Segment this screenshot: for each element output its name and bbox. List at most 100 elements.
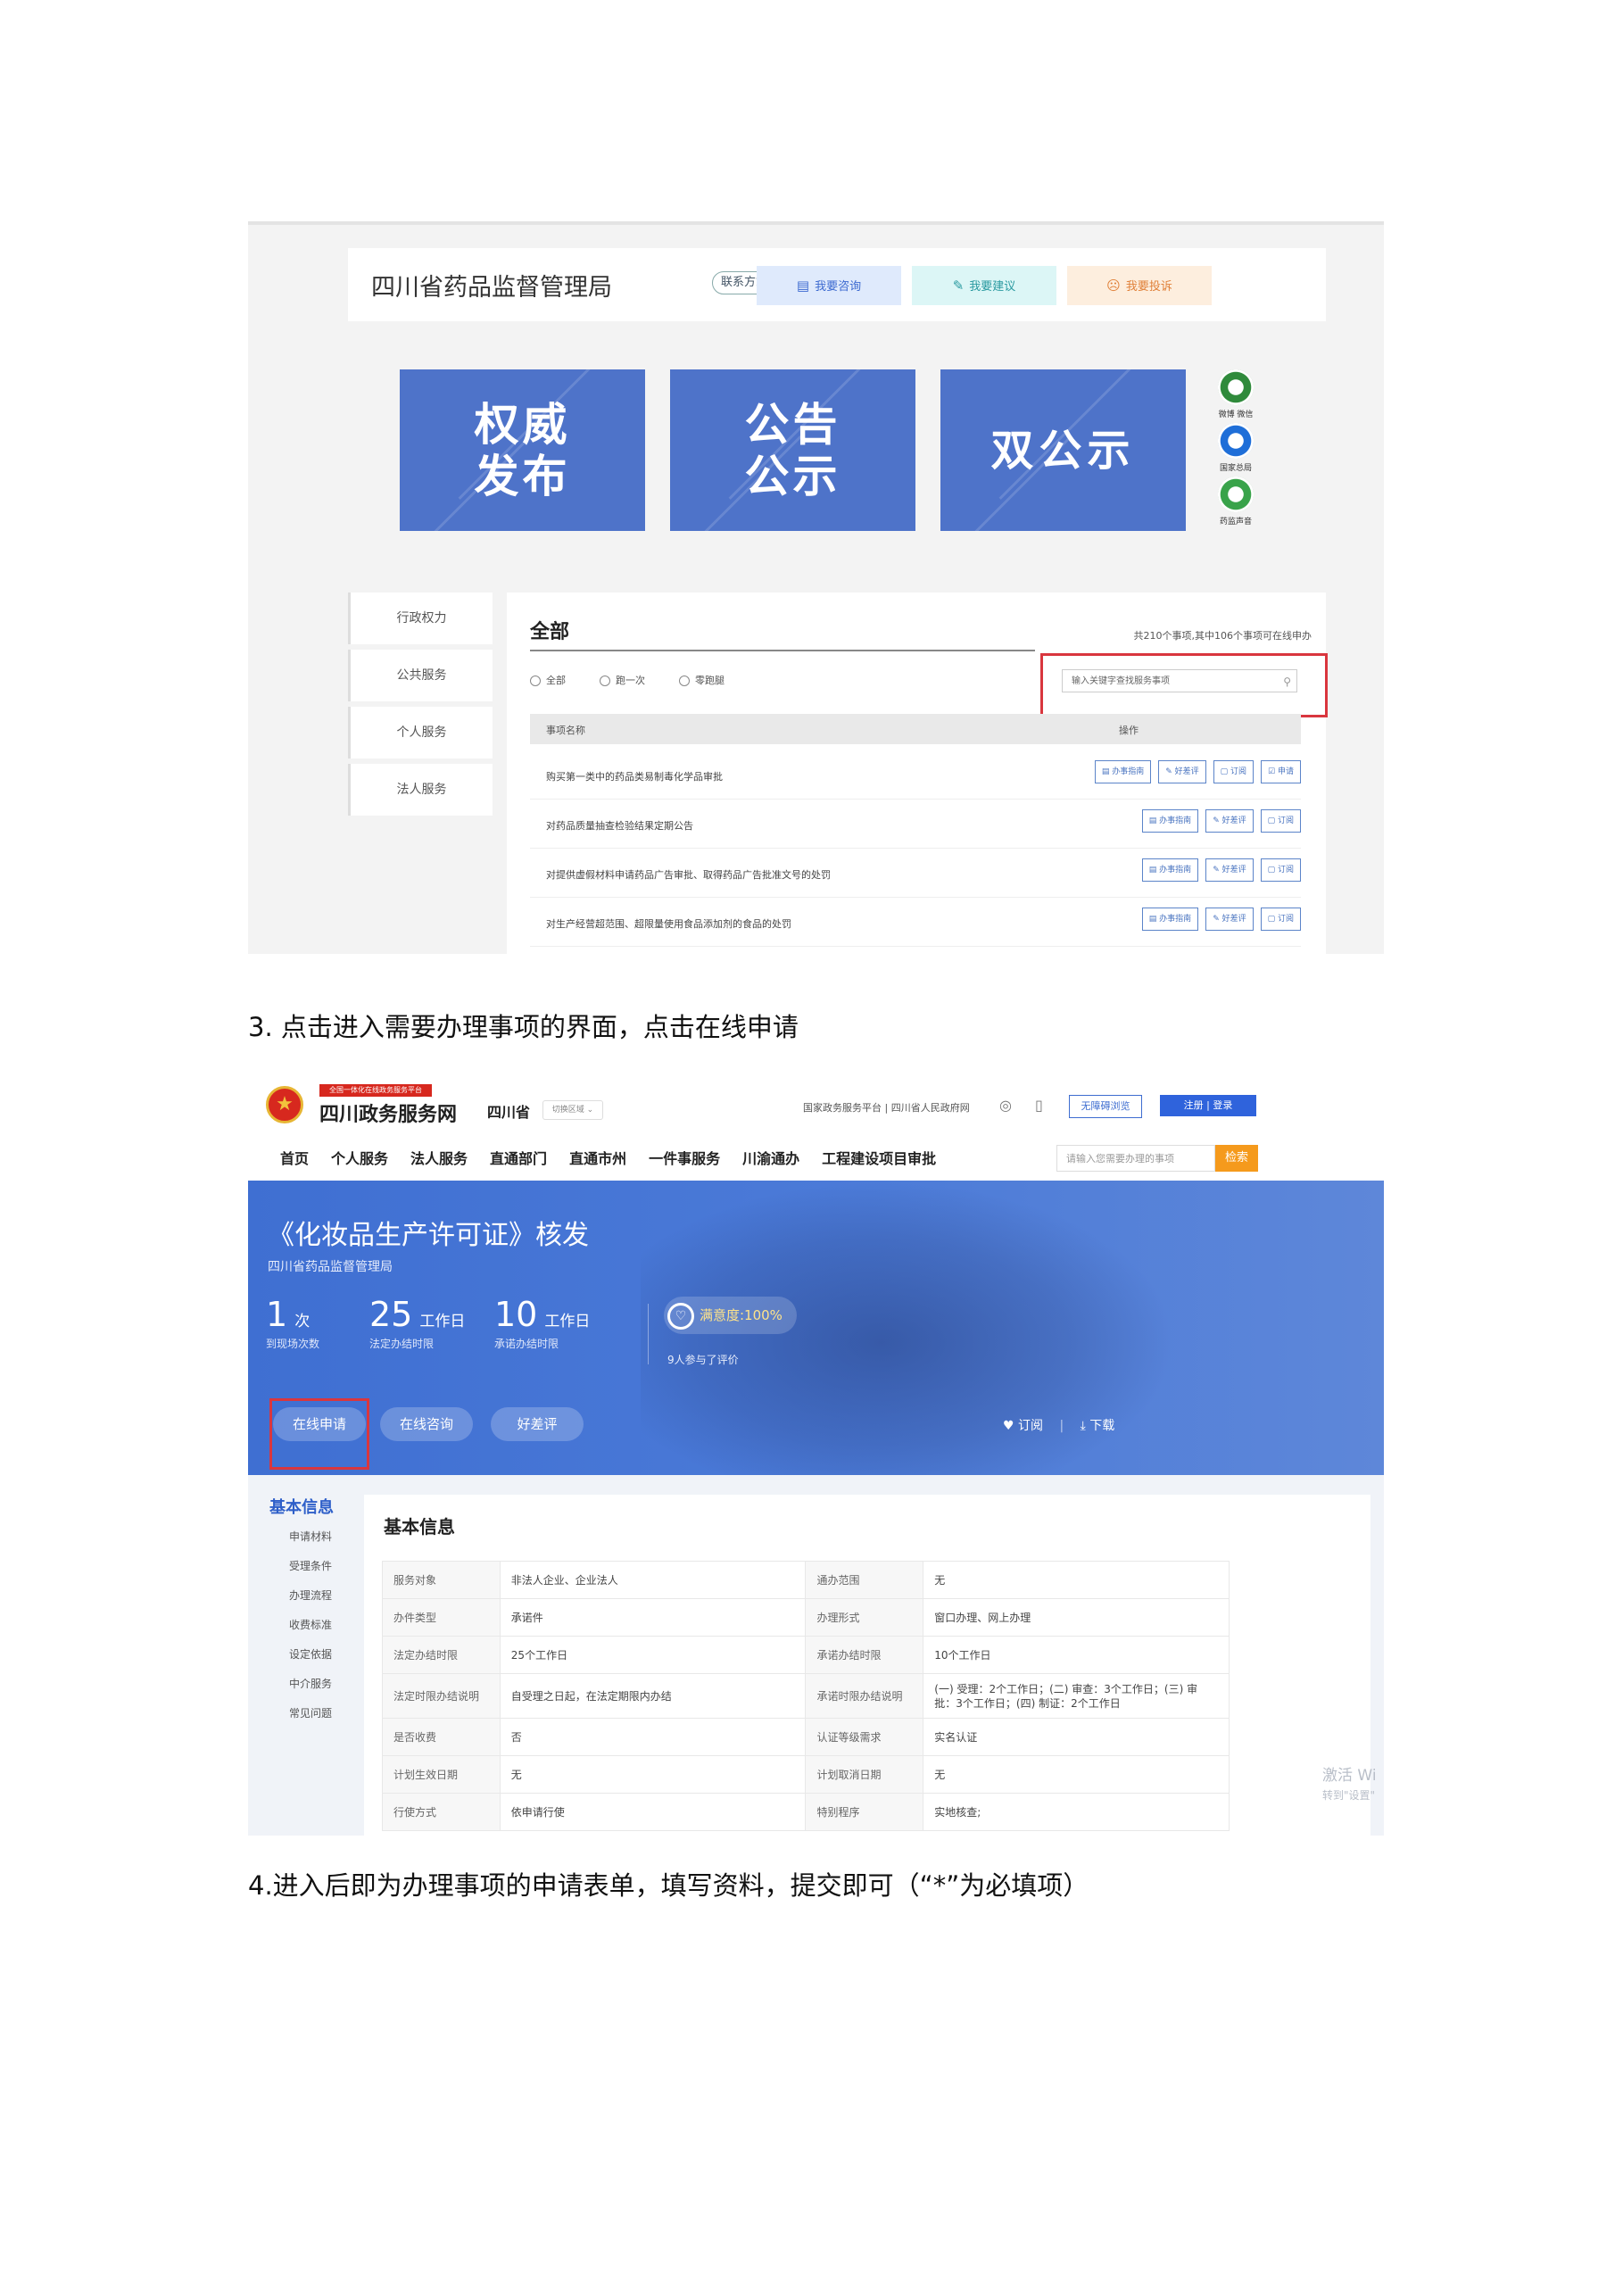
wechat-icon[interactable]: ◎ (999, 1097, 1012, 1114)
left-nav-item[interactable]: 中介服务 (248, 1676, 346, 1705)
national-bureau-qr-icon (1218, 423, 1254, 459)
basic-info-card: 基本信息 服务对象 非法人企业、企业法人 通办范围无办件类型 承诺件 办理形式 窗口办理、… (364, 1495, 1370, 1836)
stat-number: 10 (494, 1295, 538, 1334)
apply-icon: ☑ (1268, 767, 1278, 776)
row-action-button[interactable]: ▤ 办事指南 (1141, 809, 1199, 833)
row-action-button[interactable]: ▢ 订阅 (1260, 908, 1301, 931)
filter-radio[interactable]: 零跑腿 (679, 675, 725, 686)
info-row: 行使方式 依申请行使 特别程序 实地核查; (382, 1793, 1230, 1831)
left-nav-item[interactable]: 受理条件 (248, 1558, 346, 1587)
left-nav-item[interactable]: 收费标准 (248, 1617, 346, 1646)
nav-item[interactable]: 直通部门 (490, 1150, 547, 1167)
info-row: 法定办结时限 25个工作日 承诺办结时限 10个工作日 (382, 1636, 1230, 1674)
info-value: 10个工作日 (923, 1636, 1230, 1674)
left-nav-item[interactable]: 申请材料 (248, 1529, 346, 1558)
sidebar-item[interactable]: 公共服务 (348, 650, 493, 701)
row-action-button[interactable]: ✎ 好差评 (1158, 760, 1206, 783)
table-row: 对生产经营超范围、超限量使用食品添加剂的食品的处罚 ▤ 办事指南 ✎ 好差评 ▢ 订阅 (530, 897, 1301, 947)
drug-voice-qr-icon (1218, 477, 1254, 512)
nav-item[interactable]: 川渝通办 (742, 1150, 799, 1167)
row-action-button[interactable]: ▤ 办事指南 (1094, 760, 1152, 783)
filter-radio[interactable]: 跑一次 (600, 675, 645, 686)
info-key: 认证等级需求 (805, 1718, 924, 1756)
action-label: 我要投诉 (1125, 280, 1172, 294)
row-action-button[interactable]: ▢ 订阅 (1260, 858, 1301, 882)
row-action-label: 好差评 (1174, 767, 1199, 776)
sidebar-item[interactable]: 法人服务 (348, 764, 493, 816)
site-search-input[interactable]: 请输入您需要办理的事项 (1056, 1145, 1215, 1172)
complain-button[interactable]: ☹ 我要投诉 (1067, 266, 1212, 305)
switch-region-button[interactable]: 切换区域 ⌄ (542, 1100, 603, 1120)
qr-code[interactable]: 微博 微信 (1216, 369, 1255, 419)
banner-authority-release[interactable]: 权威 发布 (400, 369, 645, 531)
rating-button[interactable]: 好差评 (491, 1407, 584, 1441)
nav-item[interactable]: 工程建设项目审批 (822, 1150, 936, 1167)
nav-item[interactable]: 法人服务 (410, 1150, 468, 1167)
info-value: 承诺件 (499, 1598, 807, 1637)
basic-info-table: 服务对象 非法人企业、企业法人 通办范围无办件类型 承诺件 办理形式 窗口办理、网上办理法… (382, 1561, 1230, 1831)
row-action-label: 办事指南 (1159, 915, 1192, 924)
item-name-link[interactable]: 对生产经营超范围、超限量使用食品添加剂的食品的处罚 (546, 916, 791, 931)
qr-label: 微博 微信 (1218, 410, 1254, 419)
banner-double-publicity[interactable]: 双公示 (940, 369, 1186, 531)
row-action-button[interactable]: ✎ 好差评 (1205, 908, 1254, 931)
sidebar-item[interactable]: 个人服务 (348, 707, 493, 758)
site-search-button[interactable]: 检索 (1215, 1145, 1258, 1172)
row-action-button[interactable]: ✎ 好差评 (1205, 809, 1254, 833)
row-action-button[interactable]: ☑ 申请 (1261, 760, 1301, 783)
info-row: 计划生效日期无计划取消日期无 (382, 1755, 1230, 1794)
subscribe-icon: ▢ (1267, 866, 1278, 874)
qr-code[interactable]: 国家总局 (1216, 423, 1255, 473)
radio-label: 全部 (546, 675, 566, 686)
nav-item[interactable]: 个人服务 (331, 1150, 388, 1167)
row-action-label: 办事指南 (1159, 816, 1192, 825)
banner-label: 公告 公示 (744, 397, 841, 502)
stat-label: 到现场次数 (266, 1338, 320, 1350)
row-action-button[interactable]: ✎ 好差评 (1205, 858, 1254, 882)
sidebar-item[interactable]: 行政权力 (348, 593, 493, 644)
left-nav-item[interactable]: 办理流程 (248, 1587, 346, 1617)
filter-radio[interactable]: 全部 (530, 675, 566, 686)
mobile-icon[interactable]: ▯ (1035, 1097, 1043, 1114)
left-nav-item[interactable]: 常见问题 (248, 1705, 346, 1735)
top-links[interactable]: 国家政务服务平台 | 四川省人民政府网 (803, 1100, 970, 1115)
nav-item[interactable]: 直通市州 (569, 1150, 626, 1167)
stat-unit: 工作日 (544, 1313, 591, 1330)
row-action-button[interactable]: ▤ 办事指南 (1141, 908, 1199, 931)
nav-item[interactable]: 一件事服务 (649, 1150, 720, 1167)
item-name-link[interactable]: 对提供虚假材料申请药品广告审批、取得药品广告批准文号的处罚 (546, 867, 831, 882)
qr-label: 国家总局 (1219, 464, 1252, 473)
left-nav-item[interactable]: 设定依据 (248, 1646, 346, 1676)
subscribe-icon: ▢ (1267, 816, 1278, 825)
info-value: 依申请行使 (499, 1793, 807, 1831)
nav-item[interactable]: 首页 (280, 1150, 309, 1167)
register-login-button[interactable]: 注册 | 登录 (1160, 1095, 1256, 1116)
row-action-button[interactable]: ▤ 办事指南 (1141, 858, 1199, 882)
info-key: 是否收费 (382, 1718, 501, 1756)
consult-online-button[interactable]: 在线咨询 (380, 1407, 473, 1441)
qr-code[interactable]: 药监声音 (1216, 477, 1255, 526)
section-title: 全部 (530, 621, 570, 643)
item-name-link[interactable]: 购买第一类中的药品类易制毒化学品审批 (546, 769, 723, 783)
site-name[interactable]: 四川政务服务网 (319, 1098, 457, 1127)
subscribe-link[interactable]: 订阅 (1018, 1419, 1043, 1433)
left-nav-header[interactable]: 基本信息 (248, 1495, 346, 1518)
info-value: 实名认证 (923, 1718, 1230, 1756)
row-action-label: 申请 (1277, 767, 1294, 776)
stat-visits: 1次 到现场次数 (266, 1295, 319, 1351)
watermark-line: 转到"设置" (1322, 1789, 1376, 1802)
weibo-wechat-qr-icon (1218, 369, 1254, 405)
item-name-link[interactable]: 对药品质量抽查检验结果定期公告 (546, 818, 693, 833)
consult-button[interactable]: ▤ 我要咨询 (757, 266, 901, 305)
rated-count: 9人参与了评价 (667, 1354, 739, 1366)
info-value: 窗口办理、网上办理 (923, 1598, 1230, 1637)
accessible-browse-button[interactable]: 无障碍浏览 (1069, 1095, 1142, 1118)
rate-icon: ✎ (1213, 915, 1222, 924)
suggest-button[interactable]: ✎ 我要建议 (912, 266, 1056, 305)
download-link[interactable]: 下载 (1089, 1419, 1114, 1433)
row-action-button[interactable]: ▢ 订阅 (1213, 760, 1255, 783)
guide-icon: ▤ (1148, 816, 1160, 825)
row-action-button[interactable]: ▢ 订阅 (1260, 809, 1301, 833)
banner-announcement[interactable]: 公告 公示 (670, 369, 915, 531)
row-action-label: 好差评 (1221, 816, 1246, 825)
